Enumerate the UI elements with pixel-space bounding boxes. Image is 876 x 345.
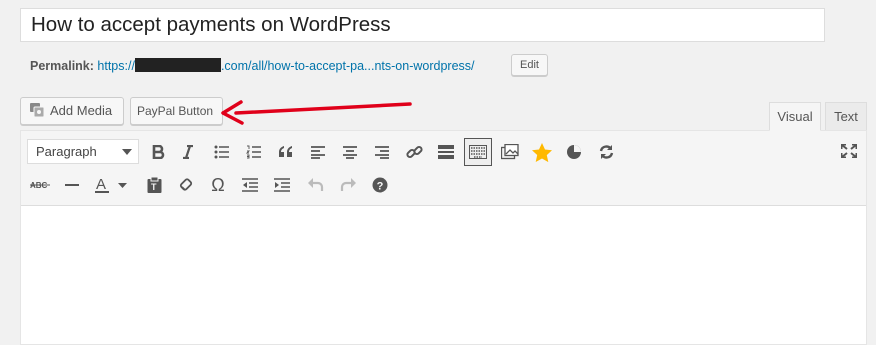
paypal-button-label: PayPal Button bbox=[137, 104, 214, 118]
text-color-icon[interactable]: A bbox=[91, 172, 133, 198]
paypal-button[interactable]: PayPal Button bbox=[130, 97, 223, 125]
permalink-label: Permalink: bbox=[30, 59, 94, 73]
numbered-list-icon[interactable] bbox=[241, 139, 267, 165]
align-right-icon[interactable] bbox=[369, 139, 395, 165]
chevron-down-icon bbox=[122, 149, 132, 155]
editor-panel: Paragraph ABC A T Ω ? bbox=[20, 130, 867, 345]
tab-visual[interactable]: Visual bbox=[769, 102, 821, 131]
strikethrough-icon[interactable]: ABC bbox=[27, 172, 55, 198]
format-select-value: Paragraph bbox=[36, 144, 97, 159]
permalink-prefix: https:// bbox=[97, 59, 135, 73]
tab-text[interactable]: Text bbox=[825, 102, 867, 131]
bold-icon[interactable] bbox=[145, 139, 171, 165]
permalink-row: Permalink: https:// .com/all/how-to-accep… bbox=[30, 58, 475, 74]
permalink-link[interactable]: https:// .com/all/how-to-accept-pa...nts-… bbox=[97, 58, 475, 73]
link-icon[interactable] bbox=[401, 139, 427, 165]
svg-text:?: ? bbox=[377, 181, 384, 193]
editor-content-area[interactable] bbox=[21, 206, 866, 344]
horizontal-line-icon[interactable] bbox=[59, 172, 85, 198]
fullscreen-icon[interactable] bbox=[836, 138, 862, 164]
pie-chart-icon[interactable] bbox=[561, 139, 587, 165]
add-media-label: Add Media bbox=[50, 103, 113, 118]
help-icon[interactable]: ? bbox=[367, 172, 393, 198]
gallery-icon[interactable] bbox=[497, 139, 523, 165]
format-select[interactable]: Paragraph bbox=[27, 139, 139, 164]
toolbar-toggle-icon[interactable] bbox=[464, 138, 492, 166]
paste-text-icon[interactable]: T bbox=[141, 172, 167, 198]
add-media-button[interactable]: Add Media bbox=[20, 97, 124, 125]
svg-text:A: A bbox=[96, 176, 106, 193]
editor-toolbar: Paragraph ABC A T Ω ? bbox=[21, 131, 866, 206]
omega-icon[interactable]: Ω bbox=[205, 172, 231, 198]
svg-text:T: T bbox=[151, 182, 157, 192]
permalink-suffix: .com/all/how-to-accept-pa...nts-on-wordp… bbox=[220, 59, 475, 73]
align-center-icon[interactable] bbox=[337, 139, 363, 165]
italic-icon[interactable] bbox=[175, 139, 201, 165]
edit-permalink-button[interactable]: Edit bbox=[511, 54, 548, 76]
align-left-icon[interactable] bbox=[305, 139, 331, 165]
redo-icon[interactable] bbox=[335, 172, 361, 198]
bullet-list-icon[interactable] bbox=[209, 139, 235, 165]
blockquote-icon[interactable] bbox=[273, 139, 299, 165]
add-media-icon bbox=[29, 101, 45, 118]
undo-icon[interactable] bbox=[303, 172, 329, 198]
read-more-icon[interactable] bbox=[433, 139, 459, 165]
post-title-input[interactable] bbox=[20, 8, 825, 42]
indent-icon[interactable] bbox=[269, 172, 295, 198]
outdent-icon[interactable] bbox=[237, 172, 263, 198]
sync-icon[interactable] bbox=[593, 139, 619, 165]
clear-formatting-icon[interactable] bbox=[173, 172, 199, 198]
redaction-bar bbox=[134, 58, 221, 72]
star-icon[interactable] bbox=[529, 139, 555, 165]
